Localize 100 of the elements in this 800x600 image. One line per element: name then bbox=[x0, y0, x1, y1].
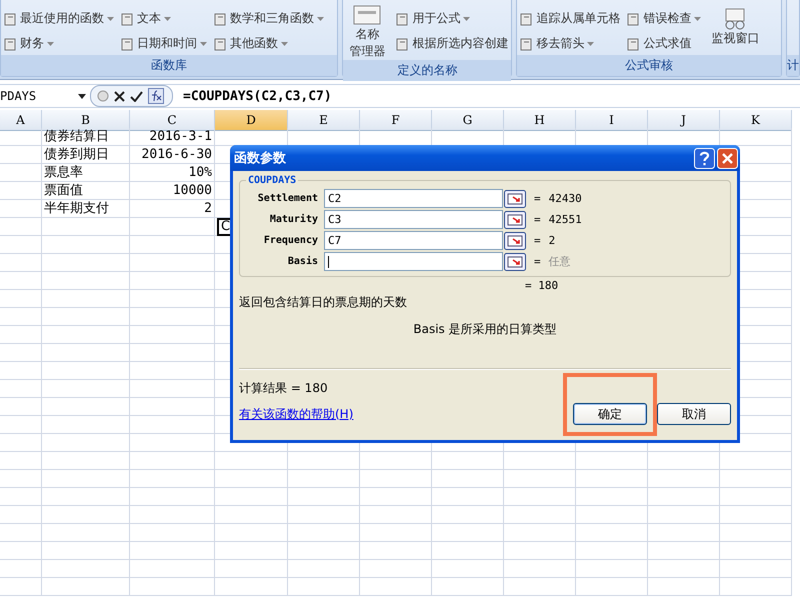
column-header[interactable]: A bbox=[0, 110, 42, 131]
table-cell bbox=[360, 452, 432, 470]
collapse-icon[interactable] bbox=[504, 252, 526, 270]
equals-sign: = bbox=[534, 234, 541, 247]
table-cell bbox=[648, 542, 720, 560]
book-icon bbox=[213, 12, 227, 26]
close-icon[interactable] bbox=[717, 148, 738, 168]
dialog-button[interactable]: 确定 bbox=[573, 403, 647, 425]
window-title: 函数参数 bbox=[234, 150, 286, 167]
table-cell bbox=[720, 470, 792, 488]
table-cell bbox=[0, 290, 42, 308]
column-header[interactable]: I bbox=[576, 110, 648, 131]
help-icon[interactable] bbox=[694, 148, 715, 168]
collapse-icon[interactable] bbox=[504, 210, 526, 228]
table-cell bbox=[0, 362, 42, 380]
input-field[interactable]: C2 bbox=[324, 189, 503, 208]
table-cell bbox=[720, 578, 792, 596]
table-cell bbox=[288, 560, 360, 578]
caret-icon bbox=[463, 16, 470, 20]
caret-icon bbox=[47, 42, 54, 46]
ribbon-item[interactable]: 错误检查 bbox=[626, 10, 702, 27]
ribbon-item[interactable]: 用于公式 bbox=[395, 10, 508, 27]
column-header[interactable]: E bbox=[288, 110, 360, 131]
equals-sign: = bbox=[534, 213, 541, 226]
caret-icon bbox=[78, 94, 86, 98]
book-icon bbox=[3, 12, 17, 26]
input-field[interactable]: C3 bbox=[324, 210, 503, 229]
table-cell bbox=[0, 398, 42, 416]
input-field[interactable] bbox=[324, 252, 503, 271]
table-cell: 债券到期日 bbox=[42, 146, 130, 164]
table-cell bbox=[0, 182, 42, 200]
table-cell bbox=[0, 200, 42, 218]
check-icon[interactable] bbox=[130, 90, 143, 102]
column-header[interactable]: D bbox=[215, 110, 288, 131]
table-cell bbox=[576, 542, 648, 560]
table-cell bbox=[504, 542, 576, 560]
column-header[interactable]: C bbox=[130, 110, 215, 131]
table-cell bbox=[0, 146, 42, 164]
table-cell: 10% bbox=[130, 164, 215, 182]
cancel-icon[interactable] bbox=[114, 90, 125, 102]
table-cell bbox=[432, 452, 504, 470]
table-cell bbox=[576, 488, 648, 506]
column-header[interactable]: J bbox=[648, 110, 720, 131]
ribbon-item[interactable]: 其他函数 bbox=[213, 35, 324, 52]
column-header[interactable]: G bbox=[432, 110, 504, 131]
table-cell bbox=[720, 524, 792, 542]
ribbon-item[interactable]: 最近使用的函数 bbox=[3, 10, 114, 27]
table-cell bbox=[0, 488, 42, 506]
ribbon-item[interactable]: 追踪从属单元格 bbox=[519, 10, 620, 27]
argument-label: Basis bbox=[286, 256, 319, 267]
table-cell bbox=[360, 470, 432, 488]
table-cell bbox=[0, 380, 42, 398]
calculation-result: 计算结果 = 180 bbox=[239, 380, 329, 397]
input-field[interactable]: C7 bbox=[324, 231, 503, 250]
collapse-icon[interactable] bbox=[504, 190, 526, 208]
group-label: 函数库 bbox=[1, 55, 338, 76]
ribbon-item[interactable]: 文本 bbox=[120, 10, 207, 27]
table-cell bbox=[576, 524, 648, 542]
table-cell bbox=[432, 542, 504, 560]
function-icon[interactable] bbox=[148, 88, 164, 104]
ribbon-item[interactable]: 公式求值 bbox=[626, 35, 702, 52]
table-cell bbox=[720, 506, 792, 524]
column-header[interactable]: F bbox=[360, 110, 432, 131]
group-label: 计 bbox=[787, 55, 799, 76]
table-cell bbox=[576, 578, 648, 596]
table-cell bbox=[0, 308, 42, 326]
table-cell bbox=[288, 488, 360, 506]
dialog-button[interactable]: 取消 bbox=[657, 403, 731, 425]
table-cell bbox=[0, 164, 42, 182]
table-cell bbox=[0, 128, 42, 146]
ribbon-item[interactable]: 根据所选内容创建 bbox=[395, 35, 508, 52]
ribbon-item[interactable]: 日期和时间 bbox=[120, 35, 207, 52]
table-cell bbox=[0, 236, 42, 254]
table-cell bbox=[0, 434, 42, 452]
table-cell bbox=[360, 578, 432, 596]
table-cell bbox=[504, 452, 576, 470]
formula-field[interactable]: =COUPDAYS(C2,C3,C7) bbox=[173, 88, 332, 104]
argument-result: 42551 bbox=[548, 213, 582, 226]
group-label: 公式审核 bbox=[517, 55, 781, 76]
table-cell bbox=[648, 506, 720, 524]
caret-icon bbox=[281, 42, 288, 46]
ribbon-item[interactable]: 移去箭头 bbox=[519, 35, 620, 52]
table-cell bbox=[288, 542, 360, 560]
table-cell: 债券结算日 bbox=[42, 128, 130, 146]
book-icon bbox=[120, 36, 134, 50]
book-icon bbox=[395, 36, 410, 50]
table-cell bbox=[0, 560, 42, 578]
table-cell bbox=[720, 488, 792, 506]
ribbon-item[interactable]: 财务 bbox=[3, 35, 114, 52]
argument-label: Frequency bbox=[262, 235, 319, 246]
name-box[interactable]: PDAYS bbox=[0, 89, 90, 103]
help-link[interactable]: 有关该函数的帮助(H) bbox=[239, 406, 354, 422]
column-header[interactable]: K bbox=[720, 110, 792, 131]
table-cell bbox=[288, 578, 360, 596]
collapse-icon[interactable] bbox=[504, 232, 526, 250]
column-header[interactable]: H bbox=[504, 110, 576, 131]
ribbon-item[interactable]: 数学和三角函数 bbox=[213, 10, 324, 27]
table-cell: 票面值 bbox=[42, 182, 130, 200]
watch-window-button[interactable]: 监视窗口 bbox=[707, 4, 764, 47]
name-manager-button[interactable]: 名称 管理器 bbox=[345, 4, 390, 60]
